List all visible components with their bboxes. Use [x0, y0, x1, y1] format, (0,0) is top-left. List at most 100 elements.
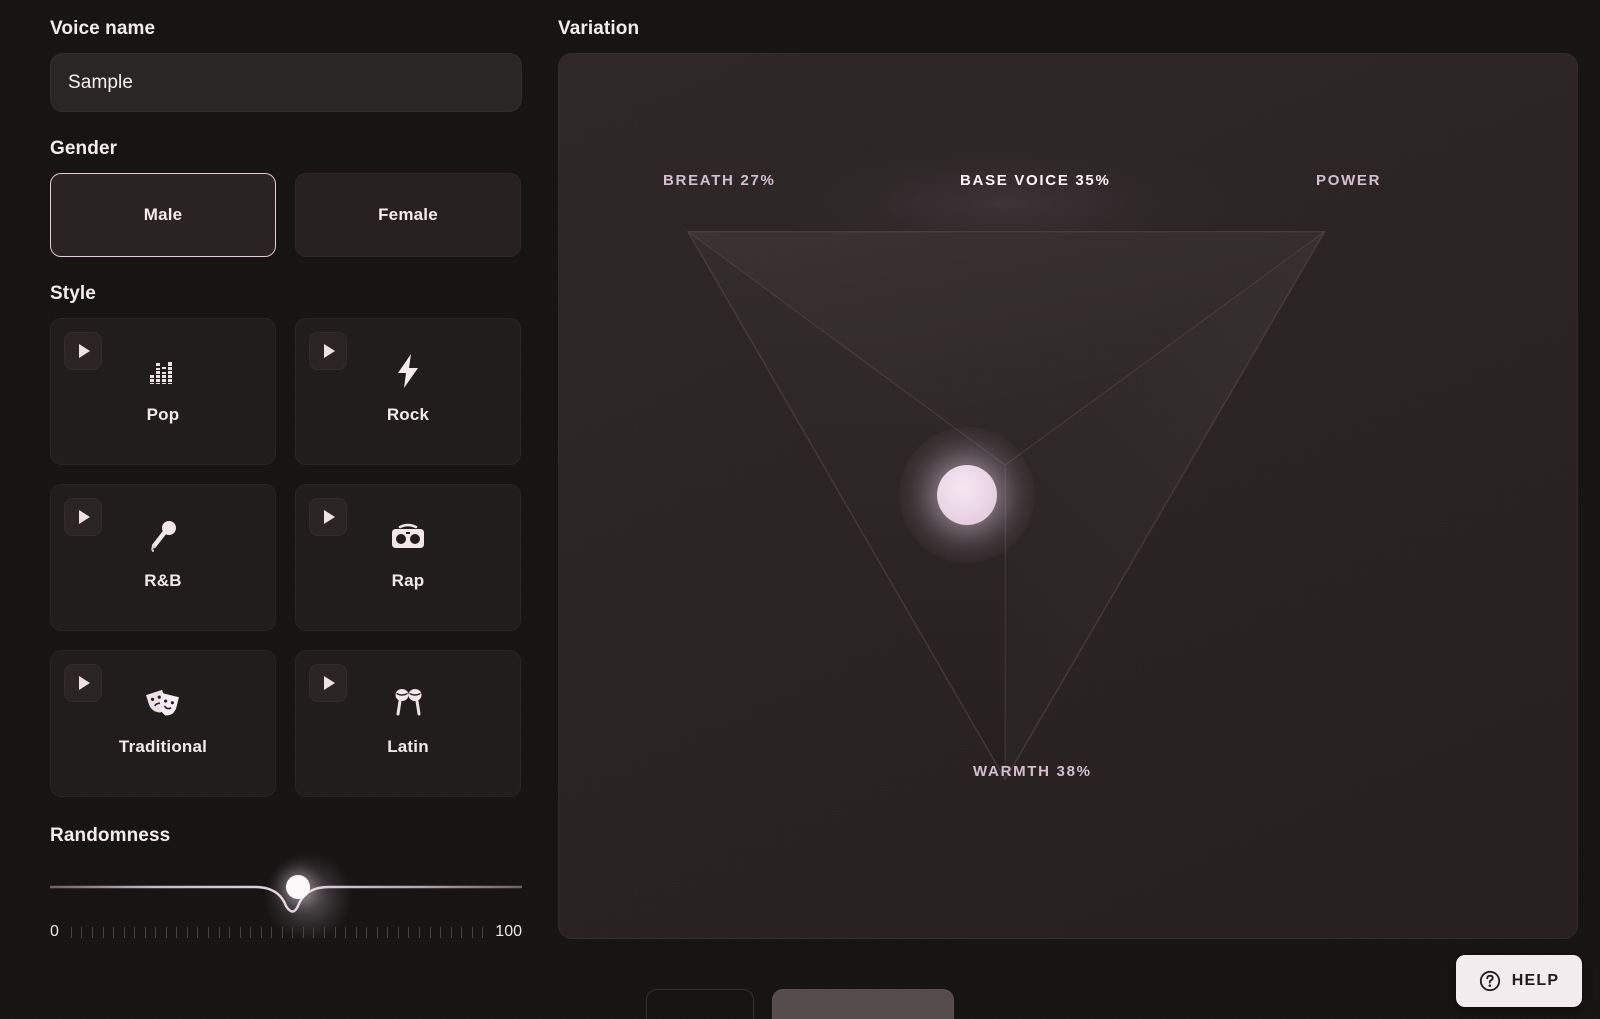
- tick: [376, 926, 378, 938]
- variation-section: Variation BREATH 27% BASE VOICE 35% POWE…: [558, 14, 1578, 1019]
- tick: [471, 926, 473, 938]
- secondary-action-button[interactable]: [646, 989, 754, 1019]
- settings-panel: Voice name Sample Gender Male Female Sty…: [50, 14, 522, 1019]
- tick: [461, 926, 463, 938]
- question-mark-circle-icon: [1479, 970, 1500, 992]
- randomness-min-label: 0: [50, 923, 59, 940]
- play-button-rap[interactable]: [309, 498, 347, 536]
- style-card-rock[interactable]: Rock: [295, 318, 521, 465]
- tick: [229, 926, 231, 938]
- voice-name-input[interactable]: Sample: [50, 53, 522, 112]
- tick: [218, 926, 220, 938]
- tick: [165, 926, 167, 938]
- tick: [345, 926, 347, 938]
- gender-option-female-label: Female: [378, 205, 438, 224]
- tick: [429, 926, 431, 938]
- play-button-rock[interactable]: [309, 332, 347, 370]
- lightning-bolt-icon: [391, 351, 425, 391]
- style-card-rap-label: Rap: [391, 571, 425, 590]
- tick: [250, 926, 252, 938]
- style-card-pop-label: Pop: [146, 405, 180, 424]
- tick: [239, 926, 241, 938]
- style-label: Style: [50, 283, 96, 304]
- style-card-traditional-label: Traditional: [118, 737, 208, 756]
- tick: [334, 926, 336, 938]
- randomness-scale: 0 100: [50, 920, 522, 944]
- tick: [482, 926, 484, 938]
- style-card-latin-label: Latin: [387, 737, 429, 756]
- tick: [408, 926, 410, 938]
- play-icon: [79, 676, 90, 690]
- tick: [440, 926, 442, 938]
- play-button-rnb[interactable]: [64, 498, 102, 536]
- randomness-control: Randomness 0 100: [50, 825, 522, 944]
- gender-option-male[interactable]: Male: [50, 173, 276, 257]
- help-button[interactable]: HELP: [1456, 955, 1582, 1007]
- play-button-traditional[interactable]: [64, 664, 102, 702]
- style-card-traditional[interactable]: Traditional: [50, 650, 276, 797]
- tick: [324, 926, 326, 938]
- variation-label: Variation: [558, 18, 640, 39]
- variation-vertex-warmth[interactable]: WARMTH 38%: [973, 763, 1092, 780]
- tick: [450, 926, 452, 938]
- play-icon: [79, 510, 90, 524]
- boombox-icon: [389, 517, 427, 557]
- randomness-max-label: 100: [495, 923, 522, 940]
- play-icon: [324, 510, 335, 524]
- tick: [271, 926, 273, 938]
- tick: [355, 926, 357, 938]
- gender-option-group: Male Female: [50, 173, 522, 257]
- play-icon: [324, 676, 335, 690]
- tick: [155, 926, 157, 938]
- gender-option-female[interactable]: Female: [295, 173, 521, 257]
- tick: [281, 926, 283, 938]
- gender-label: Gender: [50, 138, 118, 159]
- voice-name-label: Voice name: [50, 18, 156, 39]
- gender-option-male-label: Male: [143, 205, 183, 224]
- style-card-rap[interactable]: Rap: [295, 484, 521, 631]
- tick: [113, 926, 115, 938]
- style-card-latin[interactable]: Latin: [295, 650, 521, 797]
- primary-action-button[interactable]: [772, 989, 954, 1019]
- variation-panel[interactable]: BREATH 27% BASE VOICE 35% POWER WARMTH 3…: [558, 53, 1578, 939]
- play-icon: [79, 344, 90, 358]
- tick: [397, 926, 399, 938]
- tick: [418, 926, 420, 938]
- play-button-pop[interactable]: [64, 332, 102, 370]
- style-card-rnb-label: R&B: [144, 571, 182, 590]
- variation-vertex-breath[interactable]: BREATH 27%: [663, 172, 776, 189]
- equalizer-icon: [146, 351, 180, 391]
- style-card-pop[interactable]: Pop: [50, 318, 276, 465]
- tick: [144, 926, 146, 938]
- app-root: Voice name Sample Gender Male Female Sty…: [0, 0, 1600, 1019]
- tick: [208, 926, 210, 938]
- tick: [81, 926, 83, 938]
- tick: [134, 926, 136, 938]
- play-icon: [324, 344, 335, 358]
- style-card-rnb[interactable]: R&B: [50, 484, 276, 631]
- randomness-label: Randomness: [50, 825, 171, 846]
- voice-name-value: Sample: [68, 71, 134, 93]
- maracas-icon: [391, 683, 425, 723]
- tick: [70, 926, 72, 938]
- randomness-tick-marks: [70, 926, 484, 939]
- variation-vertex-base-voice[interactable]: BASE VOICE 35%: [960, 172, 1111, 189]
- randomness-slider-knob[interactable]: [286, 875, 310, 899]
- tick: [366, 926, 368, 938]
- tick: [123, 926, 125, 938]
- variation-knob-handle[interactable]: [937, 465, 997, 525]
- help-button-label: HELP: [1511, 972, 1560, 989]
- tick: [387, 926, 389, 938]
- tick: [197, 926, 199, 938]
- play-button-latin[interactable]: [309, 664, 347, 702]
- tick: [302, 926, 304, 938]
- tick: [260, 926, 262, 938]
- tick: [313, 926, 315, 938]
- variation-triangle-stage[interactable]: BREATH 27% BASE VOICE 35% POWER WARMTH 3…: [559, 54, 1577, 938]
- style-grid: Pop Rock R&B Rap Traditional Latin: [50, 318, 522, 797]
- tick: [102, 926, 104, 938]
- tick: [92, 926, 93, 938]
- variation-vertex-power[interactable]: POWER: [1316, 172, 1381, 189]
- tick: [186, 926, 188, 938]
- tick: [176, 926, 178, 938]
